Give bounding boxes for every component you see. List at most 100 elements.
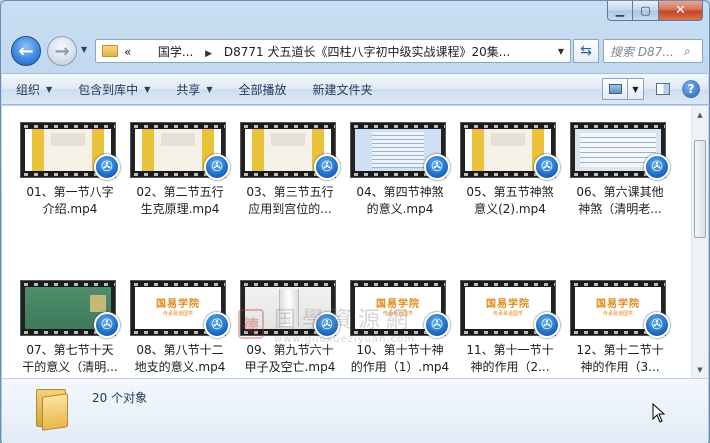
file-name: 10、第十节十神 的作用（1）.mp4 — [346, 342, 454, 376]
scroll-down-button[interactable]: ▼ — [692, 361, 708, 378]
reel-icon: ✇ — [651, 317, 663, 333]
media-player-icon: ✇ — [644, 154, 670, 180]
minimize-button[interactable]: ▁ — [607, 1, 633, 21]
minimize-icon: ▁ — [615, 4, 625, 17]
reel-icon: ✇ — [651, 159, 663, 175]
back-button[interactable]: ← — [11, 36, 41, 66]
file-name: 03、第三节五行 应用到宫位的... — [236, 184, 344, 218]
share-label: 共享 — [176, 82, 201, 97]
search-box[interactable]: 搜索 D87... ⌕ — [603, 39, 703, 63]
file-name: 04、第四节神煞 的意义.mp4 — [346, 184, 454, 218]
file-name: 01、第一节八字 介绍.mp4 — [16, 184, 124, 218]
file-name: 07、第七节十天 干的意义（清明... — [16, 342, 124, 376]
reel-icon: ✇ — [101, 317, 113, 333]
play-all-label: 全部播放 — [238, 82, 287, 97]
media-player-icon: ✇ — [94, 312, 120, 338]
search-icon[interactable]: ⌕ — [684, 44, 702, 59]
maximize-icon: ▢ — [640, 4, 651, 17]
file-name-line2: 甲子及空亡.mp4 — [244, 360, 336, 374]
file-name-line2: 神煞（清明老... — [578, 202, 662, 216]
chevron-down-icon: ▼ — [46, 84, 53, 94]
close-button[interactable]: ✕ — [659, 1, 703, 21]
folder-icon — [32, 383, 72, 433]
media-player-icon: ✇ — [534, 312, 560, 338]
scroll-up-button[interactable]: ▲ — [692, 106, 708, 123]
breadcrumb-item-current[interactable]: D8771 犬五道长《四柱八字初中级实战课程》20集... — [224, 45, 510, 59]
file-name-line1: 05、第五节神煞 — [466, 185, 554, 199]
address-path: « 国学... ▶ D8771 犬五道长《四柱八字初中级实战课程》20集... — [124, 43, 552, 60]
file-name: 11、第十一节十 神的作用（2... — [456, 342, 564, 376]
file-name-line1: 11、第十一节十 — [466, 343, 554, 357]
preview-pane-button[interactable] — [652, 78, 674, 100]
file-name-line2: 干的意义（清明... — [22, 360, 118, 374]
media-player-icon: ✇ — [424, 154, 450, 180]
chevron-down-icon: ▼ — [144, 84, 151, 94]
reel-icon: ✇ — [431, 317, 443, 333]
file-name-line2: 应用到宫位的... — [248, 202, 332, 216]
scrollbar-thumb[interactable] — [694, 140, 706, 238]
navigation-bar: ← → ▼ « 国学... ▶ D8771 犬五道长《四柱八字初中级实战课程》2… — [9, 33, 703, 69]
thumb-academy-title: 国易学院 — [156, 298, 200, 310]
thumb-academy-sub: 传承易道国学 — [492, 310, 523, 317]
new-folder-button[interactable]: 新建文件夹 — [313, 81, 373, 98]
media-player-icon: ✇ — [204, 154, 230, 180]
change-view-button[interactable] — [602, 78, 628, 100]
maximize-button[interactable]: ▢ — [633, 1, 659, 21]
view-options-dropdown[interactable]: ▼ — [628, 78, 644, 100]
view-icon — [608, 84, 622, 94]
file-name-line2: 神的作用（3... — [580, 360, 660, 374]
media-player-icon: ✇ — [314, 312, 340, 338]
chevron-down-icon: ▼ — [206, 84, 213, 94]
file-list-view[interactable]: ✇ 01、第一节八字 介绍.mp4 ✇ 02、第二节五行 生克原理.mp4 ✇ 03、第三节五… — [2, 106, 708, 378]
command-bar: 组织 ▼ 包含到库中 ▼ 共享 ▼ 全部播放 新建文件夹 ▼ ? — [2, 73, 708, 105]
play-all-button[interactable]: 全部播放 — [239, 81, 287, 98]
media-player-icon: ✇ — [644, 312, 670, 338]
file-name-line2: 神的作用（2... — [470, 360, 550, 374]
reel-icon: ✇ — [321, 317, 333, 333]
vertical-scrollbar[interactable]: ▲ ▼ — [691, 106, 708, 378]
file-name-line2: 介绍.mp4 — [42, 202, 98, 216]
refresh-button[interactable]: ⇆ — [573, 39, 599, 63]
toolbar-right: ▼ ? — [602, 78, 700, 100]
breadcrumb-separator-icon[interactable]: ▶ — [205, 49, 212, 59]
thumb-academy-sub: 传承易道国学 — [162, 310, 193, 317]
reel-icon: ✇ — [431, 159, 443, 175]
file-name-line1: 07、第七节十天 — [26, 343, 114, 357]
thumb-academy-sub: 传承易道国学 — [602, 310, 633, 317]
file-name-line2: 意义(2).mp4 — [474, 202, 546, 216]
mouse-cursor-icon — [652, 403, 666, 423]
search-input[interactable]: 搜索 D87... — [610, 43, 684, 60]
help-button[interactable]: ? — [682, 80, 700, 98]
file-name: 02、第二节五行 生克原理.mp4 — [126, 184, 234, 218]
refresh-icon: ⇆ — [580, 43, 592, 59]
breadcrumb-item-guoxue[interactable]: 国学... — [158, 45, 193, 59]
share-button[interactable]: 共享 ▼ — [176, 81, 212, 98]
reel-icon: ✇ — [541, 317, 553, 333]
include-in-library-button[interactable]: 包含到库中 ▼ — [78, 81, 150, 98]
file-name: 09、第九节六十 甲子及空亡.mp4 — [236, 342, 344, 376]
file-name-line2: 的作用（1）.mp4 — [350, 360, 450, 374]
include-library-label: 包含到库中 — [78, 82, 139, 97]
file-name-line1: 09、第九节六十 — [246, 343, 334, 357]
forward-button[interactable]: → — [47, 36, 77, 66]
arrow-right-icon: → — [54, 40, 70, 62]
file-name: 08、第八节十二 地支的意义.mp4 — [126, 342, 234, 376]
media-player-icon: ✇ — [314, 154, 340, 180]
file-name-line1: 12、第十二节十 — [576, 343, 664, 357]
organize-button[interactable]: 组织 ▼ — [16, 81, 52, 98]
reel-icon: ✇ — [321, 159, 333, 175]
file-name-line1: 08、第八节十二 — [136, 343, 224, 357]
file-name-line2: 地支的意义.mp4 — [134, 360, 226, 374]
reel-icon: ✇ — [211, 317, 223, 333]
file-name-line1: 04、第四节神煞 — [356, 185, 444, 199]
recent-pages-dropdown[interactable]: ▼ — [81, 45, 87, 54]
address-bar[interactable]: « 国学... ▶ D8771 犬五道长《四柱八字初中级实战课程》20集... … — [95, 39, 571, 63]
media-player-icon: ✇ — [424, 312, 450, 338]
breadcrumb-separator-icon[interactable] — [143, 49, 146, 59]
organize-label: 组织 — [16, 82, 41, 97]
reel-icon: ✇ — [541, 159, 553, 175]
address-dropdown[interactable]: ▼ — [552, 47, 570, 56]
address-overflow[interactable]: « — [124, 45, 131, 59]
file-name: 06、第六课其他 神煞（清明老... — [566, 184, 674, 218]
file-name: 12、第十二节十 神的作用（3... — [566, 342, 674, 376]
